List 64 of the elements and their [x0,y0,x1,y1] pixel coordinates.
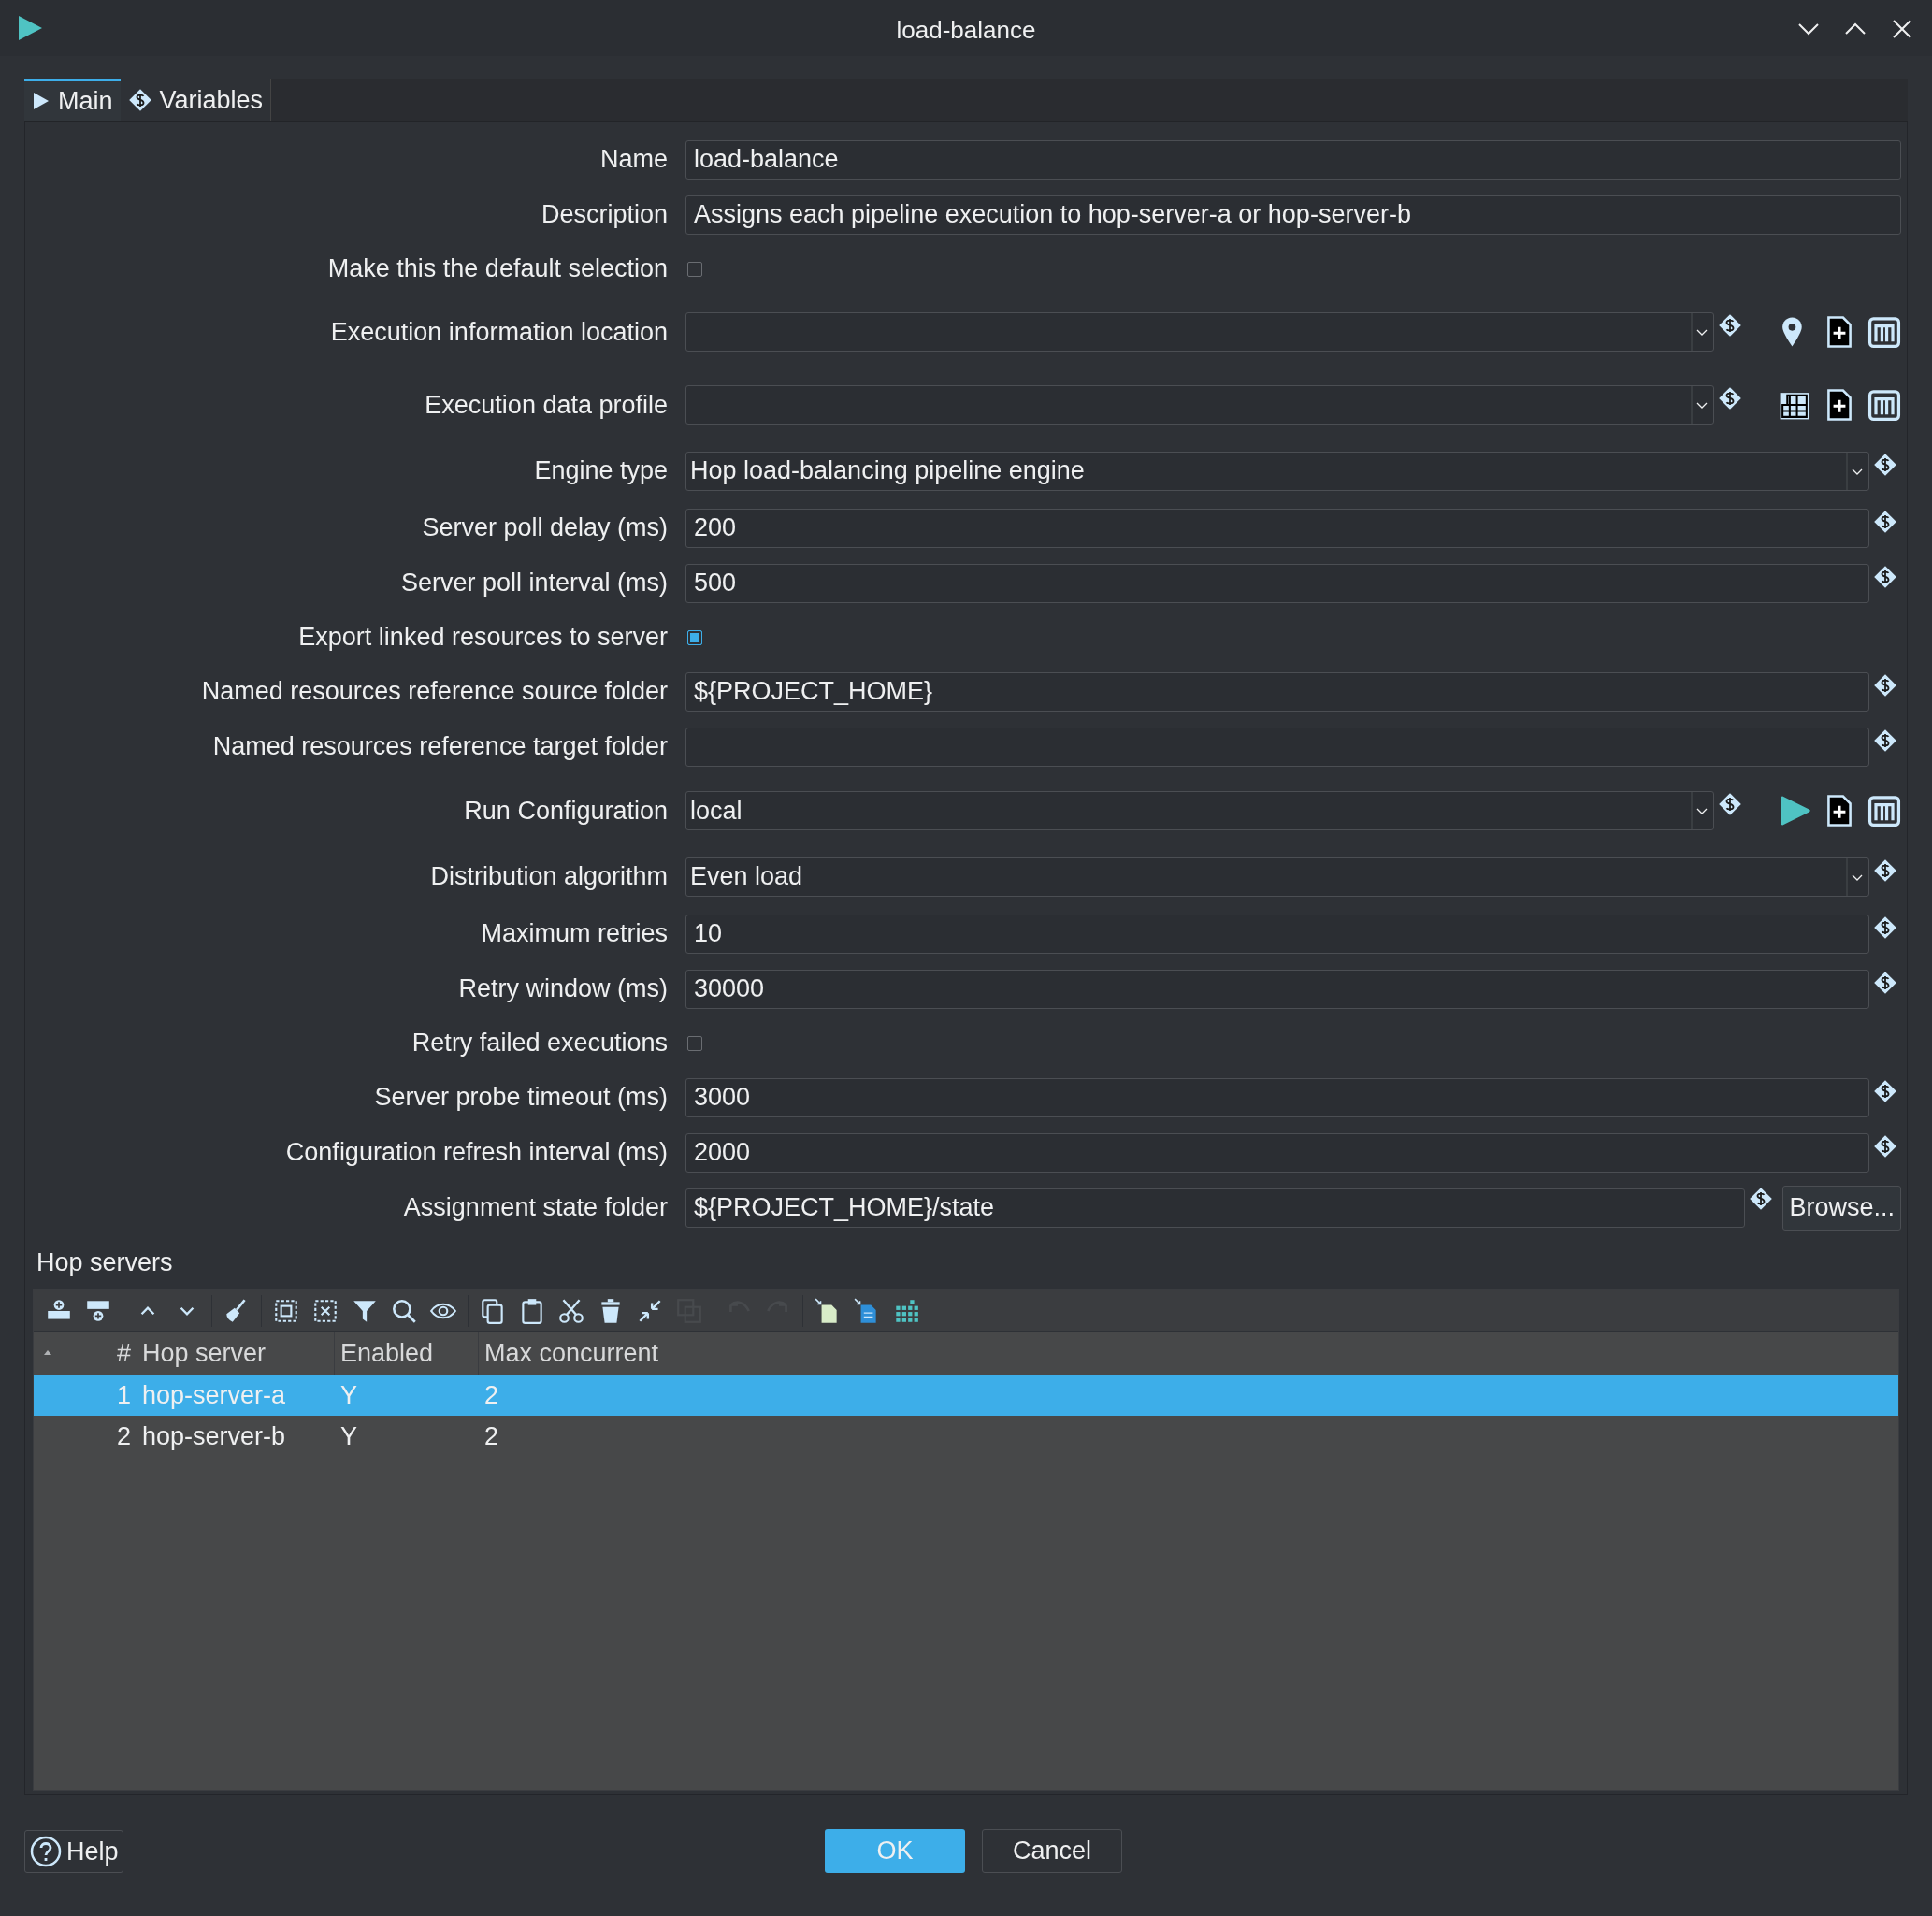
browse-button[interactable]: Browse... [1782,1185,1901,1231]
input-field[interactable]: load-balance [685,139,1901,180]
sort-icon[interactable] [43,1348,52,1356]
row-number: 1 [116,1379,131,1411]
field-label: Distribution algorithm [430,862,668,891]
field-label: Execution information location [330,317,668,346]
field-label: Maximum retries [481,919,668,948]
column-header[interactable]: # [116,1333,131,1373]
dropdown[interactable]: Even load [685,857,1869,897]
table-cell-text: hop-server-a [142,1379,286,1411]
field-label: Retry failed executions [411,1029,668,1058]
section-title: Hop servers [36,1246,173,1278]
input-field[interactable]: 500 [685,563,1869,603]
field-label: Execution data profile [425,390,668,419]
field-label: Server poll interval (ms) [400,569,668,598]
input-field[interactable]: 3000 [685,1077,1869,1117]
dropdown[interactable]: Hop load-balancing pipeline engine [685,451,1869,491]
tab[interactable]: Variables [120,79,272,121]
play-icon [32,91,50,111]
dropdown[interactable]: local [685,791,1714,830]
variable-icon [127,88,152,112]
field-label: Run Configuration [464,796,668,825]
field-label: Assignment state folder [403,1193,668,1222]
input-field[interactable]: 30000 [685,969,1869,1009]
field-label: Name [599,145,668,174]
column-header[interactable]: Max concurrent [484,1333,659,1373]
field-label: Make this the default selection [327,254,668,283]
tab[interactable]: Main [24,79,121,121]
checkbox[interactable] [687,1035,702,1051]
input-field[interactable] [685,727,1869,767]
row-number: 2 [116,1420,131,1452]
window-title: load-balance [896,16,1036,44]
checkbox[interactable] [687,261,702,277]
manage-icon[interactable] [1867,388,1901,422]
field-label: Description [541,200,668,229]
field-label: Retry window (ms) [458,974,668,1003]
table-cell-text: 2 [484,1420,499,1452]
table-cell-text: Y [340,1420,357,1452]
input-field[interactable]: ${PROJECT_HOME}/state [685,1188,1746,1228]
field-label: Named resources reference source folder [201,677,668,706]
cancel-button[interactable]: Cancel [982,1829,1122,1873]
column-header[interactable]: Hop server [142,1333,267,1373]
field-label: Configuration refresh interval (ms) [285,1138,668,1167]
input-field[interactable]: Assigns each pipeline execution to hop-server-a or hop-server-b [685,194,1901,235]
input-field[interactable]: 10 [685,914,1869,954]
input-field[interactable]: ${PROJECT_HOME} [685,671,1869,712]
field-label: Export linked resources to server [298,623,668,652]
input-field[interactable]: 2000 [685,1132,1869,1173]
field-label: Engine type [534,456,668,485]
field-label: Server probe timeout (ms) [374,1083,668,1112]
column-header[interactable]: Enabled [340,1333,434,1373]
help-button[interactable]: Help [24,1830,123,1873]
table-cell-text: Y [340,1379,357,1411]
manage-icon[interactable] [1867,794,1901,828]
table-row[interactable]: 2 hop-server-b Y 2 [34,1416,1898,1457]
manage-icon[interactable] [1867,315,1901,349]
field-label: Server poll delay (ms) [422,513,668,542]
table-cell-text: 2 [484,1379,499,1411]
input-field[interactable]: 200 [685,508,1869,548]
app-logo-icon [16,14,44,42]
table-cell-text: hop-server-b [142,1420,286,1452]
checkbox[interactable] [687,629,702,645]
field-label: Named resources reference target folder [212,732,668,761]
help-icon [29,1835,63,1868]
